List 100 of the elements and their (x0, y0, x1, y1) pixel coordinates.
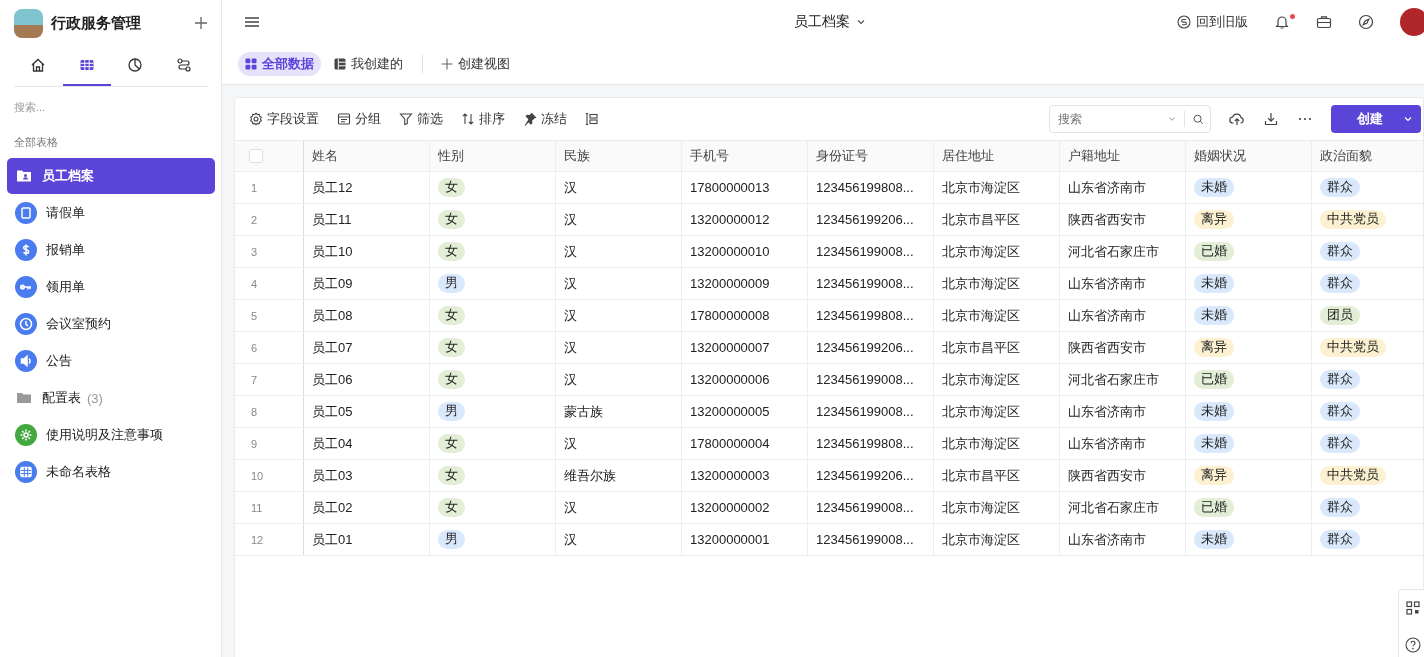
table-cell: 河北省石家庄市 (1068, 498, 1159, 517)
row-number: 11 (250, 501, 263, 514)
status-tag: 离异 (1194, 210, 1234, 229)
status-tag: 男 (438, 530, 465, 549)
column-header[interactable]: 性别 (430, 141, 556, 171)
sidebar-item[interactable]: 公告 (7, 343, 215, 379)
status-tag: 女 (438, 306, 465, 325)
table-cell: 123456199008... (816, 500, 914, 515)
table-cell: 北京市海淀区 (942, 274, 1020, 293)
old-version-button[interactable]: 回到旧版 (1177, 13, 1248, 31)
table-cell: 北京市海淀区 (942, 434, 1020, 453)
column-header[interactable]: 民族 (556, 141, 682, 171)
status-tag: 团员 (1320, 306, 1360, 325)
create-dropdown-button[interactable] (1399, 105, 1421, 133)
sidebar-search-field[interactable]: 搜索... (7, 87, 215, 123)
table-cell: 陕西省西安市 (1068, 338, 1146, 357)
column-header[interactable]: 政治面貌 (1312, 141, 1423, 171)
table-cell: 13200000012 (690, 212, 770, 227)
caret-icon (856, 17, 866, 27)
help-icon[interactable] (1405, 637, 1421, 653)
column-header[interactable]: 婚姻状况 (1186, 141, 1312, 171)
group-button[interactable]: 分组 (337, 110, 381, 128)
sidebar-item[interactable]: 未命名表格 (7, 454, 215, 490)
notification-icon[interactable] (1274, 14, 1290, 30)
table-cell: 山东省济南市 (1068, 530, 1146, 549)
column-header[interactable]: 姓名 (304, 141, 430, 171)
table-cell: 17800000004 (690, 436, 770, 451)
column-header[interactable]: 身份证号 (808, 141, 934, 171)
qr-code-icon[interactable] (1406, 601, 1420, 615)
create-button[interactable]: 创建 (1331, 105, 1399, 133)
status-tag: 男 (438, 274, 465, 293)
table-cell: 13200000003 (690, 468, 770, 483)
status-tag: 群众 (1320, 370, 1360, 389)
row-number: 9 (250, 437, 258, 450)
table-cell: 13200000002 (690, 500, 770, 515)
sort-button[interactable]: 排序 (461, 110, 505, 128)
row-number: 8 (250, 405, 258, 418)
search-icon[interactable] (1193, 112, 1204, 126)
status-tag: 未婚 (1194, 402, 1234, 421)
table-cell: 汉 (564, 210, 577, 229)
download-icon[interactable] (1263, 111, 1279, 127)
upload-icon[interactable] (1229, 111, 1245, 127)
name-cell: 员工03 (312, 466, 353, 485)
row-number: 1 (250, 181, 258, 194)
column-header[interactable]: 户籍地址 (1060, 141, 1186, 171)
compass-icon[interactable] (1358, 14, 1374, 30)
create-view-button[interactable]: 创建视图 (435, 54, 516, 74)
name-cell: 员工10 (312, 242, 353, 261)
status-tag: 已婚 (1194, 498, 1234, 517)
table-cell: 123456199808... (816, 308, 914, 323)
name-cell: 员工09 (312, 274, 353, 293)
column-header[interactable]: 居住地址 (934, 141, 1060, 171)
status-tag: 群众 (1320, 402, 1360, 421)
table-cell: 汉 (564, 338, 577, 357)
name-cell: 员工08 (312, 306, 353, 325)
column-header[interactable]: 手机号 (682, 141, 808, 171)
sidebar-item[interactable]: 会议室预约 (7, 306, 215, 342)
row-number: 3 (250, 245, 258, 258)
menu-icon[interactable] (245, 16, 259, 28)
select-all-checkbox[interactable] (249, 149, 263, 163)
table-cell: 山东省济南市 (1068, 402, 1146, 421)
table-icon (334, 58, 346, 70)
table-cell: 汉 (564, 306, 577, 325)
home-icon (30, 57, 47, 73)
table-cell: 17800000013 (690, 180, 770, 195)
table-cell: 13200000001 (690, 532, 770, 547)
status-tag: 女 (438, 242, 465, 261)
sidebar-item[interactable]: 配置表 (3) (7, 380, 215, 416)
filter-button[interactable]: 筛选 (399, 110, 443, 128)
table-cell: 13200000005 (690, 404, 770, 419)
search-box[interactable]: 搜索 (1049, 105, 1211, 133)
page-title[interactable]: 员工档案 (794, 13, 866, 31)
list-icon (337, 112, 351, 126)
sidebar-item[interactable]: 员工档案 (7, 158, 215, 194)
table-cell: 汉 (564, 434, 577, 453)
status-tag: 女 (438, 498, 465, 517)
status-tag: 群众 (1320, 498, 1360, 517)
view-tab[interactable]: 我创建的 (327, 52, 410, 76)
status-tag: 群众 (1320, 274, 1360, 293)
status-tag: 离异 (1194, 466, 1234, 485)
avatar-image[interactable] (1400, 8, 1424, 36)
table-cell: 北京市海淀区 (942, 242, 1020, 261)
table-cell: 蒙古族 (564, 402, 603, 421)
sidebar-item[interactable]: 使用说明及注意事项 (7, 417, 215, 453)
table-cell: 123456199008... (816, 404, 914, 419)
field-settings-button[interactable]: 字段设置 (249, 110, 319, 128)
row-height-icon[interactable] (585, 112, 599, 126)
table-cell: 汉 (564, 498, 577, 517)
status-tag: 群众 (1320, 434, 1360, 453)
table-cell: 123456199008... (816, 372, 914, 387)
plus-icon[interactable] (194, 16, 208, 30)
sidebar-item[interactable]: 报销单 (7, 232, 215, 268)
name-cell: 员工05 (312, 402, 353, 421)
sidebar-item[interactable]: 请假单 (7, 195, 215, 231)
row-number: 5 (250, 309, 258, 322)
sidebar-item[interactable]: 领用单 (7, 269, 215, 305)
briefcase-icon[interactable] (1316, 14, 1332, 30)
row-number: 12 (250, 533, 264, 546)
freeze-button[interactable]: 冻结 (523, 110, 567, 128)
view-tab[interactable]: 全部数据 (238, 52, 321, 76)
